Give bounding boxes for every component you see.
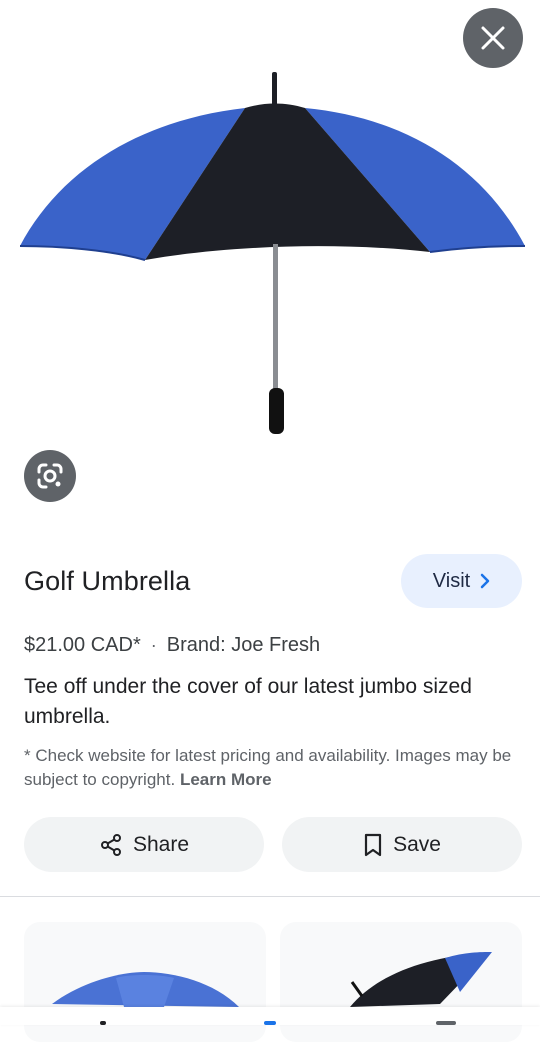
product-meta: $21.00 CAD* · Brand: Joe Fresh [24,634,320,657]
share-label: Share [132,832,190,856]
product-title: Golf Umbrella [24,566,191,596]
share-icon [100,833,121,856]
price: $21.00 CAD* [24,634,141,656]
learn-more-link[interactable]: Learn More [180,770,272,789]
visit-button[interactable]: Visit [401,554,522,608]
bottom-navigation [0,1007,540,1025]
meta-separator: · [150,635,157,655]
nav-tabs-icon[interactable] [436,1021,456,1025]
bookmark-icon [364,833,382,856]
product-description: Tee off under the cover of our latest ju… [24,675,472,728]
visit-label: Visit [432,569,471,592]
share-button[interactable]: Share [24,817,264,872]
save-button[interactable]: Save [282,817,522,872]
disclaimer: * Check website for latest pricing and a… [24,744,514,792]
product-image[interactable] [0,0,540,530]
close-button[interactable] [463,8,523,68]
save-label: Save [393,832,441,856]
brand: Brand: Joe Fresh [166,634,321,656]
google-lens-button[interactable] [24,450,76,502]
section-divider [0,896,540,897]
nav-discover-icon[interactable] [264,1021,276,1025]
chevron-right-icon [480,573,490,589]
google-lens-icon [37,463,63,489]
umbrella-image [19,72,526,434]
close-icon [481,26,505,50]
nav-home-icon[interactable] [100,1021,106,1025]
